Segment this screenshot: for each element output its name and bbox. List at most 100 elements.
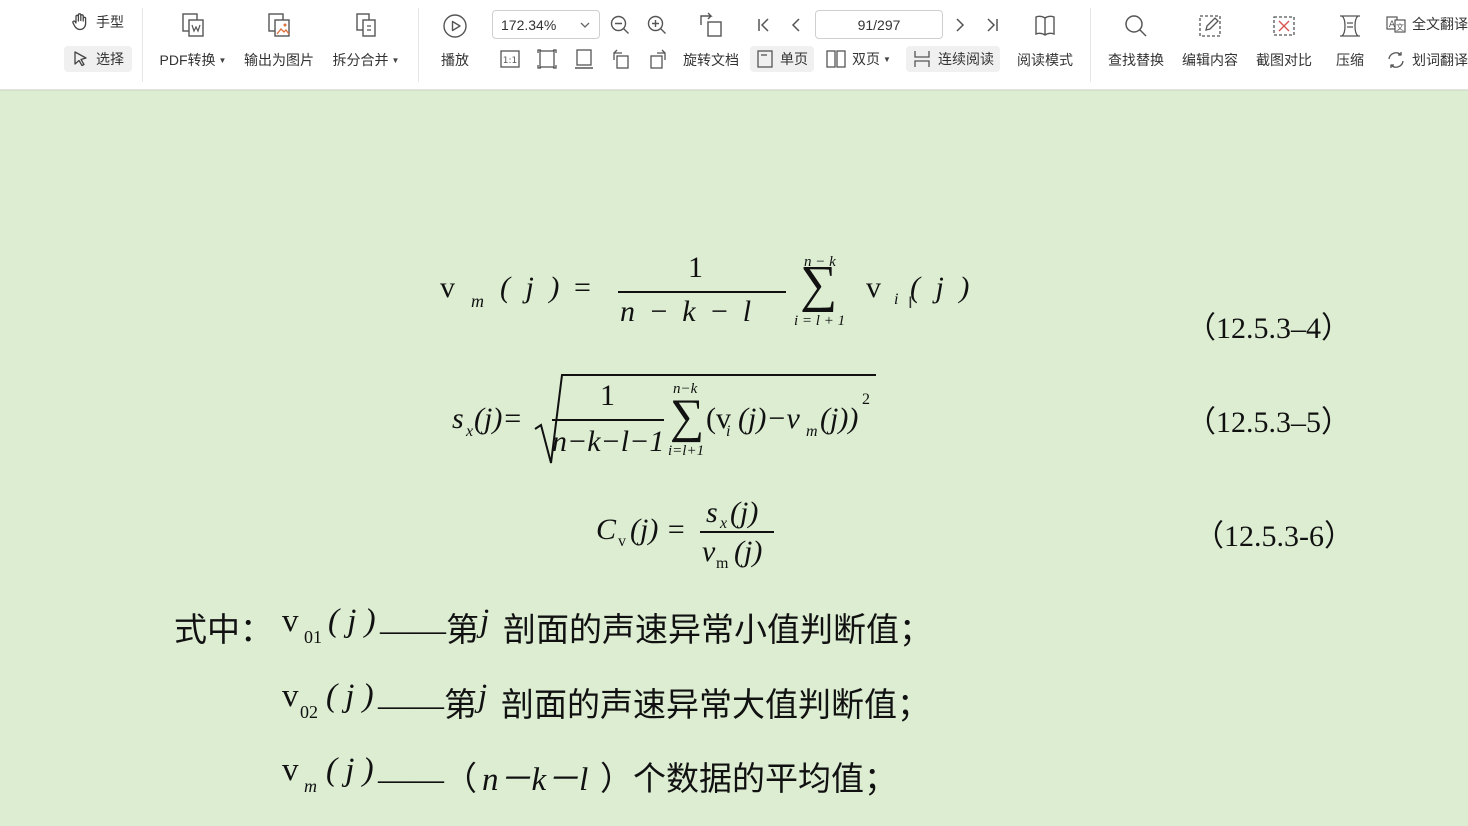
- rotate-right-button[interactable]: [646, 47, 670, 71]
- rotate-right-icon: [650, 49, 666, 69]
- fit-page-button[interactable]: [535, 47, 559, 71]
- eq5-numerator: 1: [600, 379, 615, 412]
- eq6-lhs-sub: v: [618, 533, 626, 550]
- toolbar-divider: [1090, 8, 1091, 82]
- eq4-lhs-arg: ( j ): [500, 271, 564, 304]
- cursor-arrow-icon: [74, 51, 87, 67]
- def2-j: j: [478, 678, 488, 714]
- eq6-num-s: s: [706, 496, 718, 529]
- screenshot-compare-label: 截图对比: [1256, 52, 1312, 68]
- defs-intro: 式中：: [174, 613, 273, 649]
- eq6-den-v: v: [702, 535, 716, 568]
- def1-arg: ( j ): [328, 603, 376, 639]
- toolbar-divider: [418, 8, 419, 82]
- actual-size-icon: 1:1: [500, 50, 520, 68]
- export-image-button[interactable]: 输出为图片: [240, 10, 318, 70]
- double-page-label: 双页: [852, 51, 880, 67]
- eq5-term-b: (j)−v: [738, 402, 800, 435]
- document-page: v m ( j ) = 1 n − k − l n − k ∑ i = l + …: [0, 91, 1468, 826]
- full-translate-button[interactable]: A文 全文翻译: [1386, 14, 1468, 34]
- pdf-convert-button[interactable]: PDF转换 ▼: [158, 10, 228, 70]
- hand-tool-button[interactable]: 手型: [70, 12, 124, 32]
- sum-symbol-icon: ∑: [670, 390, 705, 443]
- page-number-input[interactable]: 91/297: [815, 10, 943, 39]
- eq6-number: （12.5.3-6）: [1194, 520, 1354, 553]
- zoom-select[interactable]: 172.34%: [492, 10, 600, 39]
- eq5-lhs-arg: (j)=: [474, 402, 523, 435]
- select-tool-button[interactable]: 选择: [64, 46, 132, 72]
- chevron-down-icon: ▼: [218, 55, 227, 65]
- rotate-left-button[interactable]: [609, 47, 633, 71]
- hand-tool-label: 手型: [96, 14, 124, 30]
- rotate-doc-icon: [696, 10, 726, 40]
- edit-icon: [1195, 10, 1225, 40]
- eq5-power: 2: [862, 391, 870, 408]
- last-page-button[interactable]: [980, 13, 1004, 37]
- split-merge-button[interactable]: 拆分合并 ▼: [328, 10, 404, 70]
- play-button[interactable]: 播放: [436, 10, 474, 70]
- zoom-in-icon: [647, 15, 666, 34]
- def1-text: 剖面的声速异常小值判断值；: [503, 613, 932, 649]
- pdf-convert-label: PDF转换: [159, 52, 216, 68]
- eq4-lhs-sub: m: [471, 291, 484, 311]
- fit-width-icon: [575, 49, 593, 69]
- eq6-num-arg: (j): [730, 496, 759, 529]
- def1-dash: ——第: [380, 613, 479, 649]
- pdf-convert-icon: [178, 10, 208, 40]
- translate-icon: A文: [1386, 16, 1406, 33]
- screenshot-compare-button[interactable]: 截图对比: [1252, 10, 1316, 70]
- eq5-term-a-sub: i: [726, 423, 731, 440]
- page-number-value: 91/297: [857, 16, 901, 33]
- fit-width-button[interactable]: [572, 47, 596, 71]
- eq4-fraction-bar: [618, 291, 786, 293]
- sum-symbol-icon: ∑: [800, 256, 838, 313]
- double-page-icon: [826, 50, 846, 68]
- eq6-den-arg: (j): [734, 535, 763, 568]
- edit-content-label: 编辑内容: [1182, 52, 1238, 68]
- def3-dash: ——（: [378, 762, 477, 798]
- eq4-numerator: 1: [688, 251, 703, 284]
- eq4-term-v: v: [866, 271, 881, 304]
- zoom-value: 172.34%: [501, 16, 557, 33]
- toolbar-divider: [142, 8, 143, 82]
- chevron-right-icon: [956, 18, 965, 32]
- select-tool-label: 选择: [96, 51, 124, 67]
- def2-text: 剖面的声速异常大值判断值；: [501, 688, 930, 724]
- def1-v: v: [282, 603, 299, 639]
- rotate-doc-button[interactable]: 旋转文档: [680, 10, 742, 70]
- hand-icon: [72, 13, 87, 31]
- book-icon: [1030, 10, 1060, 40]
- first-page-icon: [758, 18, 769, 32]
- next-page-button[interactable]: [948, 13, 972, 37]
- double-page-button[interactable]: 双页 ▼: [826, 49, 891, 69]
- word-translate-button[interactable]: 划词翻译: [1386, 50, 1468, 70]
- chevron-down-icon: ▼: [883, 54, 891, 64]
- find-replace-button[interactable]: 查找替换: [1104, 10, 1168, 70]
- def2-arg: ( j ): [326, 678, 374, 714]
- eq4-sum-lower: i = l + 1: [794, 313, 846, 329]
- zoom-in-button[interactable]: [645, 13, 669, 37]
- eq5-term-c: (j)): [820, 402, 859, 435]
- def1-j: j: [480, 603, 490, 639]
- eq5-denominator: n−k−l−1: [552, 425, 665, 458]
- previous-page-button[interactable]: [784, 13, 808, 37]
- first-page-button[interactable]: [752, 13, 776, 37]
- def3-arg: ( j ): [326, 752, 374, 788]
- chevron-down-icon: [580, 22, 590, 28]
- toolbar: 手型 选择 PDF转换 ▼ 输出为图片 拆分合并 ▼ 播放 172.34% 1:…: [0, 0, 1468, 90]
- eq5-lhs-sub: x: [466, 423, 474, 440]
- single-page-button[interactable]: 单页: [750, 46, 814, 72]
- eq6-lhs-arg: (j) =: [630, 513, 687, 546]
- edit-content-button[interactable]: 编辑内容: [1178, 10, 1242, 70]
- def3-text: ）个数据的平均值；: [600, 762, 897, 798]
- eq6-lhs-c: C: [596, 513, 617, 546]
- rotate-doc-label: 旋转文档: [683, 52, 739, 68]
- continuous-read-button[interactable]: 连续阅读: [906, 46, 1000, 72]
- zoom-out-button[interactable]: [608, 13, 632, 37]
- read-mode-button[interactable]: 阅读模式: [1014, 10, 1076, 70]
- compress-button[interactable]: 压缩: [1330, 10, 1370, 70]
- actual-size-button[interactable]: 1:1: [498, 47, 522, 71]
- def2-v: v: [282, 678, 299, 714]
- read-mode-label: 阅读模式: [1017, 52, 1073, 68]
- def3-expr: n－k－l: [482, 762, 589, 798]
